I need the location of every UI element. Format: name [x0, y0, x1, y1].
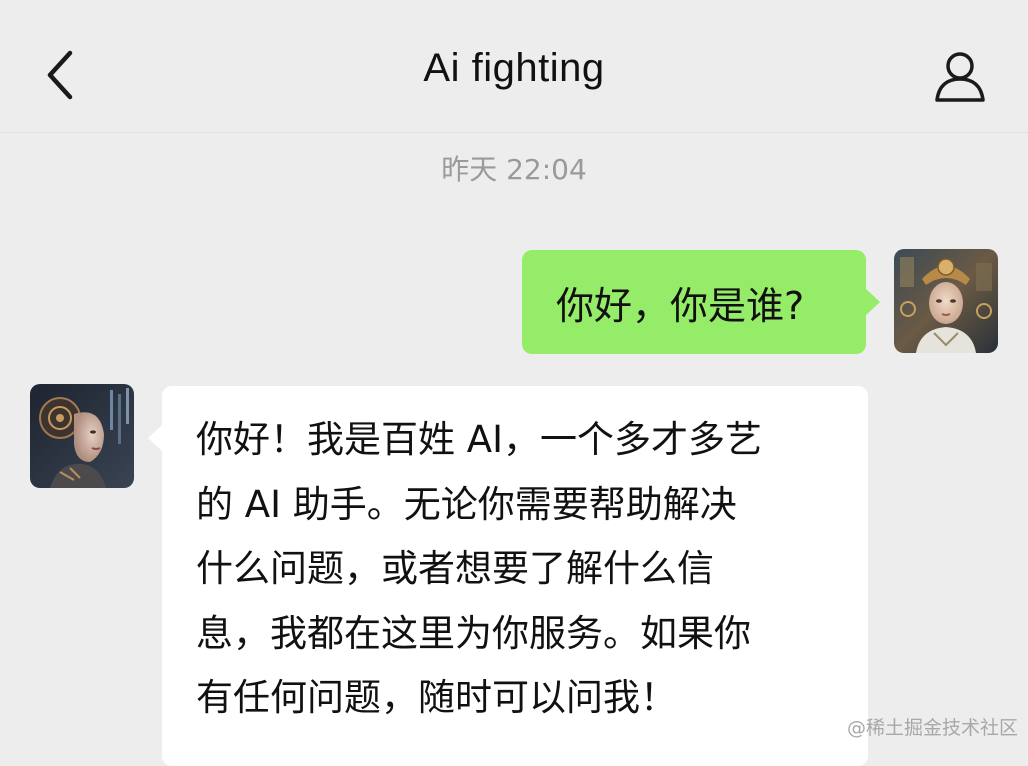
message-text: 你好，你是谁?: [556, 283, 805, 328]
contact-avatar[interactable]: [30, 384, 134, 488]
sent-message-bubble[interactable]: 你好，你是谁?: [522, 250, 880, 354]
received-message-bubble[interactable]: 你好！我是百姓 AI，一个多才多艺 的 AI 助手。无论你需要帮助解决 什么问题…: [148, 386, 868, 766]
message-line: 有任何问题，随时可以问我！: [196, 676, 677, 719]
navigation-bar: Ai fighting: [0, 0, 1028, 133]
person-icon: [935, 52, 985, 102]
message-line: 你好！我是百姓 AI，一个多才多艺: [196, 418, 762, 461]
chat-info-button[interactable]: [928, 44, 992, 108]
message-line: 的 AI 助手。无论你需要帮助解决: [196, 482, 737, 526]
message-line: 息，我都在这里为你服务。如果你: [196, 611, 751, 655]
message-line: 什么问题，或者想要了解什么信: [196, 547, 714, 590]
watermark: @稀土掘金技术社区: [846, 717, 1018, 739]
chat-title: Ai fighting: [423, 46, 605, 90]
user-avatar[interactable]: [894, 249, 998, 353]
message-timestamp: 昨天 22:04: [441, 153, 587, 186]
